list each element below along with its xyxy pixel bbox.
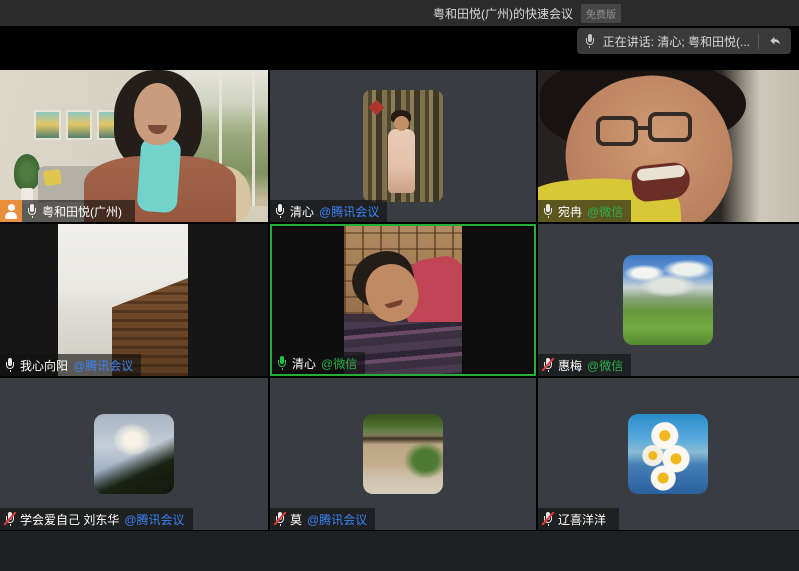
microphone-icon[interactable] (585, 34, 595, 48)
speaking-now-text: 正在讲话: 清心; 粤和田悦(... (603, 33, 750, 50)
avatar-image (623, 255, 713, 345)
participant-platform: @腾讯会议 (73, 357, 133, 374)
participant-label: 辽喜洋洋 (538, 508, 619, 530)
participant-label: 莫 @腾讯会议 (270, 508, 375, 530)
participant-label: 我心向阳 @腾讯会议 (0, 354, 141, 376)
participant-platform: @腾讯会议 (319, 203, 379, 220)
wall-art (34, 110, 124, 140)
participant-name: 学会爱自己 刘东华 (20, 511, 119, 528)
video-tile-host[interactable]: 粤和田悦(广州) (0, 70, 268, 222)
host-icon (0, 200, 22, 222)
participant-label: 清心 @微信 (272, 352, 365, 374)
mic-on-icon (5, 358, 15, 372)
video-tile-wanran[interactable]: 宛冉 @微信 (538, 70, 799, 222)
participant-platform: @微信 (321, 355, 357, 372)
meeting-title: 粤和田悦(广州)的快速会议 (433, 5, 573, 22)
red-diamond-decor (369, 100, 385, 116)
participant-label: 粤和田悦(广州) (0, 200, 135, 222)
video-tile-mo[interactable]: 莫 @腾讯会议 (270, 378, 536, 530)
pillow (43, 169, 62, 186)
participant-platform: @腾讯会议 (307, 511, 367, 528)
video-tile-woxinxiangyang[interactable]: 我心向阳 @腾讯会议 (0, 224, 268, 376)
participant-name: 莫 (290, 511, 302, 528)
participant-platform: @微信 (587, 357, 623, 374)
plant (14, 154, 40, 190)
glasses-left-lens (596, 116, 638, 146)
mic-muted-icon (543, 358, 553, 372)
avatar-image (363, 90, 443, 202)
mic-muted-icon (5, 512, 15, 526)
glasses-bridge (638, 126, 648, 130)
participant-label: 学会爱自己 刘东华 @腾讯会议 (0, 508, 193, 530)
speaking-banner: 正在讲话: 清心; 粤和田悦(... (577, 28, 791, 54)
reply-arrow-icon[interactable] (767, 34, 783, 48)
participant-name: 粤和田悦(广州) (42, 203, 122, 220)
meeting-window: 粤和田悦(广州)的快速会议 免费版 正在讲话: 清心; 粤和田悦(... 粤和田… (0, 0, 799, 571)
video-tile-liaoxiyangyang[interactable]: 辽喜洋洋 (538, 378, 799, 530)
participant-name: 宛冉 (558, 203, 582, 220)
person-scarf (136, 137, 181, 214)
participant-platform: @腾讯会议 (124, 511, 184, 528)
participant-name: 我心向阳 (20, 357, 68, 374)
avatar-image (94, 414, 174, 494)
divider (758, 34, 759, 49)
mic-on-icon (27, 204, 37, 218)
video-tile-qingxin-tencent[interactable]: 清心 @腾讯会议 (270, 70, 536, 222)
title-bar: 粤和田悦(广州)的快速会议 免费版 (0, 0, 799, 26)
mic-muted-icon (275, 512, 285, 526)
glasses-right-lens (648, 112, 692, 142)
participant-label: 宛冉 @微信 (538, 200, 631, 222)
mic-muted-icon (543, 512, 553, 526)
mic-speaking-icon (277, 356, 287, 370)
video-tile-qingxin-wechat-active[interactable]: 清心 @微信 (270, 224, 536, 376)
participant-label: 惠梅 @微信 (538, 354, 631, 376)
person-body (388, 129, 415, 193)
participant-platform: @微信 (587, 203, 623, 220)
participant-label: 清心 @腾讯会议 (270, 200, 387, 222)
participant-name: 惠梅 (558, 357, 582, 374)
mic-on-icon (543, 204, 553, 218)
person-face (134, 83, 181, 145)
mic-on-icon (275, 204, 285, 218)
participant-name: 清心 (292, 355, 316, 372)
free-version-badge[interactable]: 免费版 (581, 4, 621, 23)
bottom-area (0, 531, 799, 571)
person-head (394, 116, 409, 131)
avatar-image (363, 414, 443, 494)
video-tile-huimei[interactable]: 惠梅 @微信 (538, 224, 799, 376)
avatar-image (628, 414, 708, 494)
participant-name: 辽喜洋洋 (558, 511, 606, 528)
video-tile-liudonghua[interactable]: 学会爱自己 刘东华 @腾讯会议 (0, 378, 268, 530)
participant-name: 清心 (290, 203, 314, 220)
